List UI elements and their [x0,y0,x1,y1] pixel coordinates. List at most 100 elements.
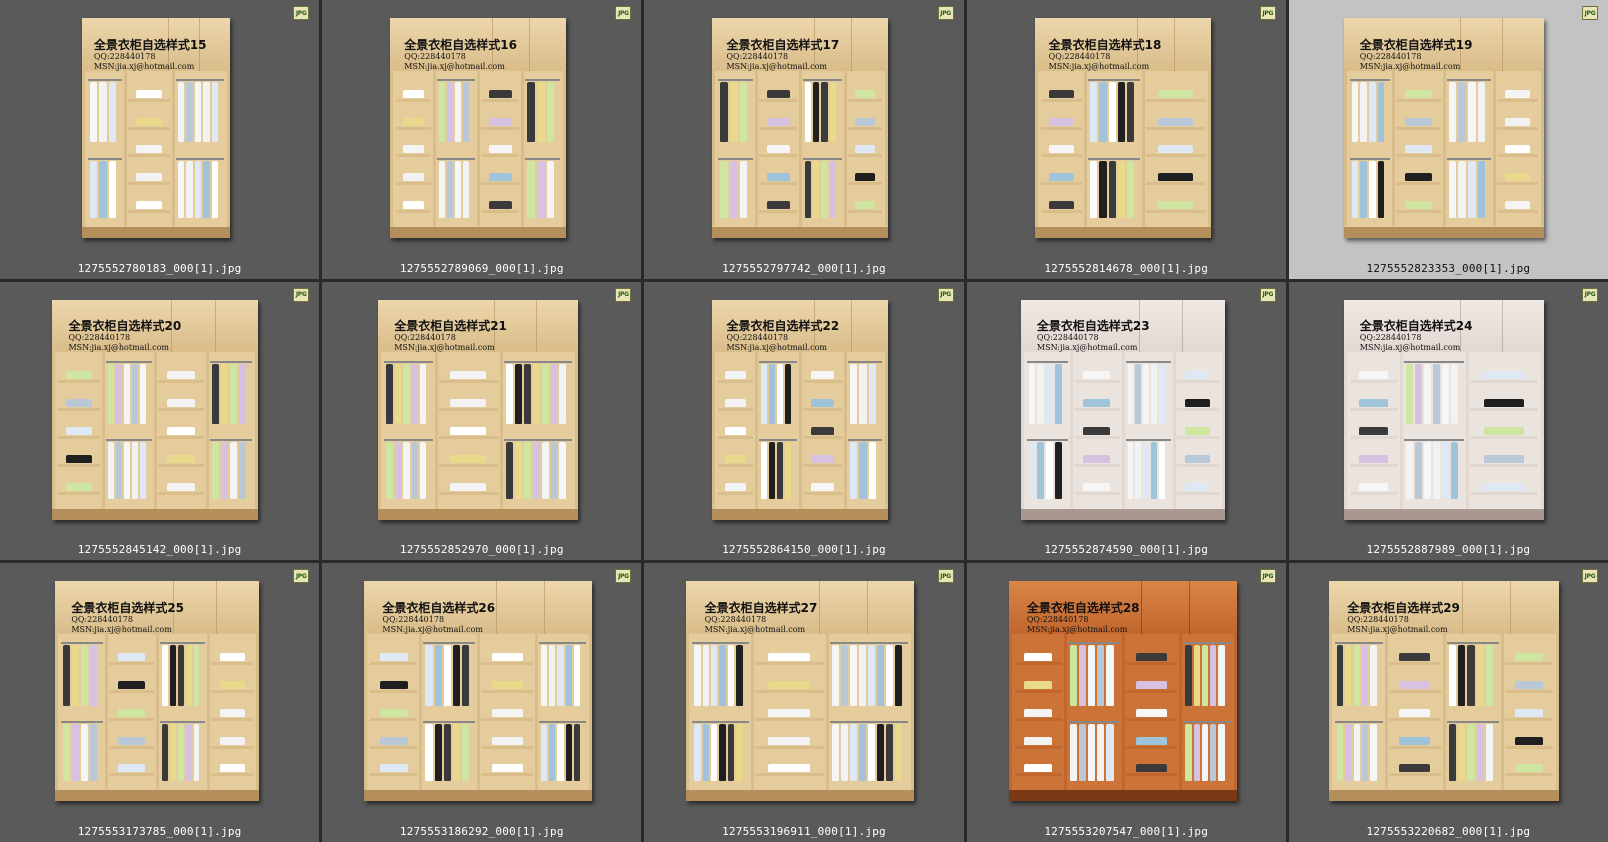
garment [394,442,402,500]
folded-item [117,736,145,745]
garment [805,82,812,143]
garment [1088,645,1096,706]
thumbnail-item[interactable]: JPG 全景衣柜自选样式27 QQ:228440178 MSN:jia.xj@hotm… [644,563,964,842]
msn-contact-text: MSN:jia.xj@hotmail.com [404,61,505,71]
wardrobe-shelf [481,154,520,158]
wardrobe-interior [390,70,567,238]
hanging-rod [1088,79,1140,82]
garment [452,645,461,706]
wardrobe-shelf [718,491,754,495]
hanging-rod [1125,439,1172,442]
wardrobe-style-title: 全景衣柜自选样式23 [1036,319,1150,334]
garment [850,724,858,781]
folded-item [167,371,195,380]
wardrobe-shelf [1349,463,1399,467]
thumbnail-item[interactable]: JPG 全景衣柜自选样式18 QQ:228440178 MSN:jia.xj@hotm… [966,0,1286,279]
thumbnail-item[interactable]: JPG 全景衣柜自选样式17 QQ:228440178 MSN:jia.xj@hotm… [644,0,964,279]
thumbnail-item[interactable]: JPG 全景衣柜自选样式19 QQ:228440178 MSN:jia.xj@hotm… [1288,0,1608,279]
garment [877,724,885,781]
garment [212,442,219,500]
folded-item [1505,89,1530,98]
wardrobe-interior [82,70,230,238]
jpg-file-icon: JPG [1259,6,1276,20]
thumbnail-item[interactable]: JPG 全景衣柜自选样式26 QQ:228440178 MSN:jia.xj@hotm… [322,563,642,842]
wardrobe-divider [1179,634,1183,802]
garment [124,442,130,500]
hanging-rod [1404,360,1465,363]
garment [557,645,564,706]
wardrobe-interior [712,70,889,238]
folded-item [488,145,512,154]
thumbnail-item[interactable]: JPG 全景衣柜自选样式23 QQ:228440178 MSN:jia.xj@hotm… [966,281,1286,561]
qq-contact-text: QQ:228440178 [1347,614,1409,624]
cabinet-door-line [851,18,853,71]
garment [1361,645,1369,706]
wardrobe-interior [1343,70,1544,238]
thumbnail-item[interactable]: JPG 全景衣柜自选样式22 QQ:228440178 MSN:jia.xj@hotm… [644,281,964,561]
wardrobe-divider [1442,634,1446,802]
wardrobe-shelf [481,689,533,693]
garment [116,363,122,424]
wardrobe-shelf [1145,210,1205,214]
wardrobe-style-title: 全景衣柜自选样式26 [382,600,496,615]
wardrobe-interior [1020,352,1225,520]
garment [1201,724,1209,781]
wardrobe-interior [1343,352,1544,520]
garment [63,724,70,781]
folded-item [117,764,145,773]
garment [1458,82,1467,143]
hanging-rod [1349,157,1391,160]
folded-item [66,454,92,463]
file-name: 1275552864150_000[1].jpg [722,543,886,557]
folded-item [1483,454,1525,463]
jpg-file-icon: JPG [293,569,310,584]
garment [411,442,419,500]
garment [550,363,558,424]
thumbnail-item[interactable]: JPG 全景衣柜自选样式21 QQ:228440178 MSN:jia.xj@hotm… [322,281,642,561]
hanging-rod [210,439,252,442]
folded-item [1157,201,1193,210]
garment [394,363,402,424]
thumbnail-item[interactable]: JPG 全景衣柜自选样式28 QQ:228440178 MSN:jia.xj@hotm… [966,563,1286,842]
wardrobe-base [82,227,230,238]
garment [506,363,514,424]
wardrobe-shelf [759,126,798,130]
garment [1458,724,1466,781]
thumbnail-item[interactable]: JPG 全景衣柜自选样式24 QQ:228440178 MSN:jia.xj@hotm… [1288,281,1608,561]
wardrobe-shelf [803,436,842,440]
thumbnail-item[interactable]: JPG 全景衣柜自选样式15 QQ:228440178 MSN:jia.xj@hotm… [0,0,320,279]
wardrobe-shelf [1470,491,1538,495]
thumbnail-item[interactable]: JPG 全景衣柜自选样式29 QQ:228440178 MSN:jia.xj@hotm… [1288,563,1608,842]
garment [386,442,393,500]
folded-item [1505,117,1530,126]
garment [702,724,710,781]
wardrobe-preview-image: 全景衣柜自选样式22 QQ:228440178 MSN:jia.xj@hotmail… [712,299,889,520]
garment [221,363,228,424]
wardrobe-shelf [438,408,499,412]
thumbnail-item[interactable]: JPG 全景衣柜自选样式20 QQ:228440178 MSN:jia.xj@hotm… [0,281,320,561]
folded-item [1157,117,1193,126]
folded-item [768,680,811,689]
folded-item [66,399,92,408]
thumbnail-item[interactable]: JPG 全景衣柜自选样式25 QQ:228440178 MSN:jia.xj@hotm… [0,563,320,842]
thumbnail-grid: JPG 全景衣柜自选样式15 QQ:228440178 MSN:jia.xj@hotm… [0,0,1608,842]
wardrobe-shelf [58,491,100,495]
wardrobe-shelf [1505,745,1553,749]
garment [868,363,877,424]
garment [162,724,168,781]
folded-item [854,89,876,98]
garment [455,160,462,218]
folded-item [1399,680,1431,689]
garment [1079,724,1087,781]
garment [1193,645,1200,706]
wardrobe-shelf [803,491,842,495]
wardrobe-divider [104,634,108,802]
file-name: 1275552814678_000[1].jpg [1044,261,1209,275]
wardrobe-shelf [754,773,825,777]
folded-item [1157,89,1193,98]
thumbnail-item[interactable]: JPG 全景衣柜自选样式16 QQ:228440178 MSN:jia.xj@hotm… [322,0,642,279]
garment [859,363,867,424]
wardrobe-shelf [754,661,825,665]
garment [140,363,146,424]
wardrobe-base [55,790,259,802]
